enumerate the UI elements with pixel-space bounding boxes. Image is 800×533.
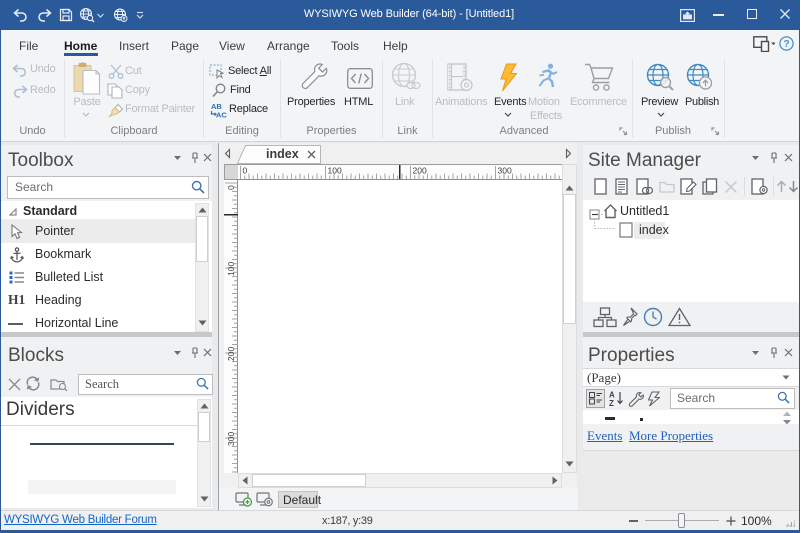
svg-text:0: 0 — [243, 166, 248, 176]
svg-text:?: ? — [783, 39, 789, 50]
svg-text:AC: AC — [216, 111, 227, 120]
svg-text:100: 100 — [226, 262, 236, 276]
svg-text:300: 300 — [226, 432, 236, 446]
svg-text:300: 300 — [498, 166, 512, 176]
svg-text:0: 0 — [226, 185, 236, 190]
svg-text:200: 200 — [413, 166, 427, 176]
svg-text:200: 200 — [226, 347, 236, 361]
svg-text:Z: Z — [609, 399, 614, 407]
svg-text:100: 100 — [328, 166, 342, 176]
